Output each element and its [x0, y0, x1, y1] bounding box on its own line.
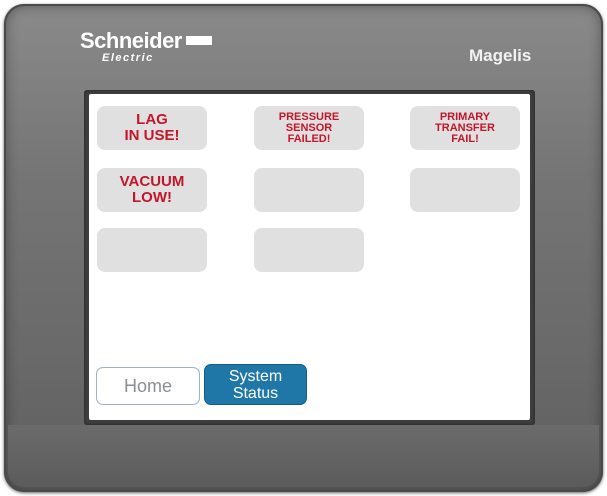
alarm-tile-empty[interactable]: [410, 168, 520, 212]
hmi-bezel-lower: [8, 425, 599, 487]
brand-subname: Electric: [102, 52, 154, 64]
alarm-tile-primary-transfer[interactable]: PRIMARY TRANSFER FAIL!: [410, 106, 520, 150]
brand-bar-icon: [185, 35, 212, 45]
brand-name: Schneider: [80, 28, 182, 53]
alarm-tile-empty[interactable]: [254, 168, 364, 212]
alarm-tile-vacuum-low[interactable]: VACUUM LOW!: [97, 168, 207, 212]
alarm-tile-lag-in-use[interactable]: LAG IN USE!: [97, 106, 207, 150]
brand-logo: Schneider Electric: [80, 30, 212, 64]
model-name: Magelis: [469, 46, 532, 65]
alarm-label: PRESSURE SENSOR FAILED!: [278, 110, 340, 145]
alarm-tile-empty[interactable]: [97, 228, 207, 272]
home-button[interactable]: Home: [96, 367, 200, 405]
system-status-button[interactable]: System Status: [204, 364, 307, 405]
alarm-label: VACUUM LOW!: [119, 173, 185, 206]
alarm-label: LAG IN USE!: [124, 111, 180, 144]
alarm-tile-pressure-sensor[interactable]: PRESSURE SENSOR FAILED!: [254, 106, 364, 150]
alarm-tile-empty[interactable]: [254, 228, 364, 272]
alarm-label: PRIMARY TRANSFER FAIL!: [435, 110, 495, 145]
